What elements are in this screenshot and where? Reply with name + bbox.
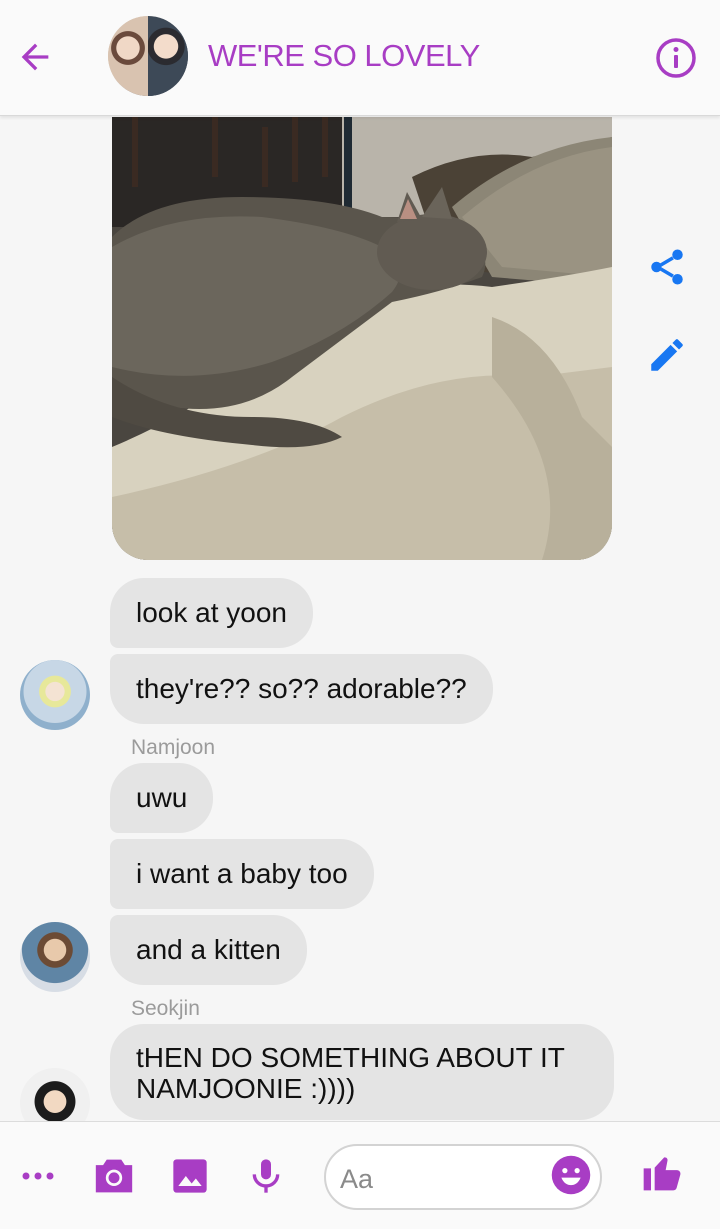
microphone-button[interactable] xyxy=(244,1154,288,1198)
info-button[interactable] xyxy=(654,36,698,80)
composer-bar: Aa xyxy=(0,1121,720,1229)
message-bubble[interactable]: look at yoon xyxy=(110,578,313,648)
arrow-left-icon xyxy=(21,43,49,71)
group-avatar[interactable] xyxy=(108,16,188,96)
sender-name: Seokjin xyxy=(131,997,200,1020)
share-icon xyxy=(651,249,683,285)
avatar-photo-right xyxy=(148,16,188,96)
microphone-icon xyxy=(252,1159,280,1193)
camera-icon xyxy=(95,1159,133,1193)
info-icon xyxy=(656,38,696,78)
avatar-photo-left xyxy=(108,16,148,96)
conversation-title[interactable]: WE'RE SO LOVELY xyxy=(208,38,480,74)
cat-photo-image xyxy=(112,117,612,560)
back-button[interactable] xyxy=(14,36,56,78)
image-button[interactable] xyxy=(168,1154,212,1198)
emoji-icon xyxy=(551,1155,591,1195)
message-input-placeholder: Aa xyxy=(340,1164,374,1194)
message-bubble[interactable]: and a kitten xyxy=(110,915,307,985)
message-bubble[interactable]: i want a baby too xyxy=(110,839,374,909)
message-bubble[interactable]: uwu xyxy=(110,763,214,833)
sender-avatar[interactable] xyxy=(20,922,90,992)
sender-avatar[interactable] xyxy=(20,660,90,730)
shared-photo-cat[interactable] xyxy=(112,117,612,560)
share-button[interactable] xyxy=(646,246,688,288)
image-icon xyxy=(173,1159,207,1193)
conversation-header: WE'RE SO LOVELY xyxy=(0,0,720,116)
thumbs-up-icon xyxy=(643,1157,681,1191)
pencil-icon xyxy=(651,339,683,371)
edit-button[interactable] xyxy=(646,334,688,376)
message-bubble[interactable]: they're?? so?? adorable?? xyxy=(110,654,493,724)
emoji-button[interactable] xyxy=(550,1154,592,1196)
sender-name: Namjoon xyxy=(131,736,216,759)
message-bubble[interactable]: tHEN DO SOMETHING ABOUT IT NAMJOONIE :))… xyxy=(110,1024,614,1120)
like-button[interactable] xyxy=(640,1150,684,1194)
more-icon xyxy=(22,1172,54,1180)
more-button[interactable] xyxy=(16,1154,60,1198)
camera-button[interactable] xyxy=(92,1154,136,1198)
